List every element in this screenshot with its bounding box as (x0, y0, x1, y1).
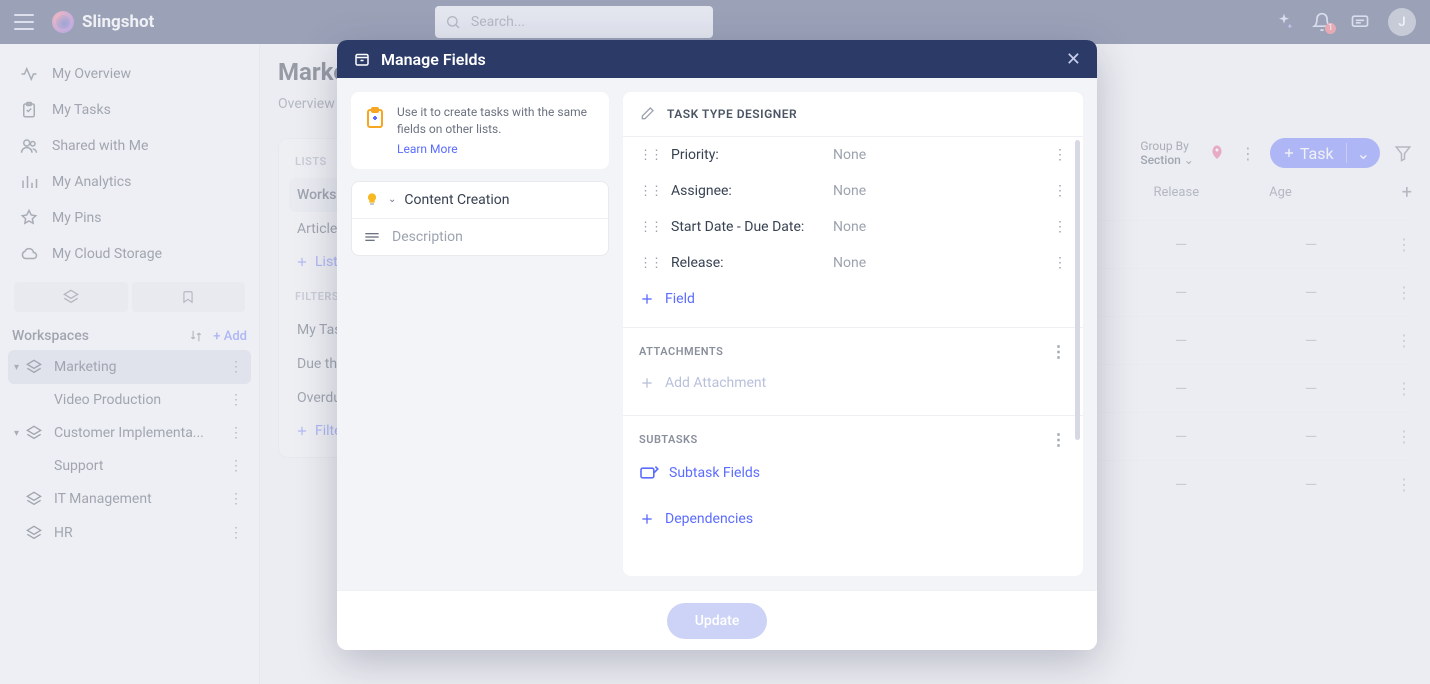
task-type-title-row[interactable]: ⌄ Content Creation (352, 182, 608, 219)
task-type-name: Content Creation (404, 192, 509, 208)
subtasks-menu[interactable]: ⋮ (1051, 430, 1068, 449)
info-card: Use it to create tasks with the same fie… (351, 92, 609, 169)
plus-icon (639, 375, 655, 391)
scrollbar[interactable] (1075, 140, 1080, 440)
description-input[interactable]: Description (352, 219, 608, 255)
plus-icon (639, 511, 655, 527)
field-menu[interactable]: ⋮ (1053, 183, 1067, 199)
field-menu[interactable]: ⋮ (1053, 147, 1067, 163)
plus-icon (639, 291, 655, 307)
add-field-button[interactable]: Field (623, 281, 1083, 317)
clipboard-icon (363, 104, 387, 132)
update-button[interactable]: Update (667, 603, 768, 639)
subtask-fields-button[interactable]: Subtask Fields (623, 455, 1083, 491)
field-priority[interactable]: ⋮⋮ Priority: None ⋮ (623, 137, 1083, 173)
add-attachment-button[interactable]: Add Attachment (623, 367, 1083, 405)
archive-icon (353, 50, 371, 68)
add-dependencies-button[interactable]: Dependencies (623, 501, 1083, 537)
field-dates[interactable]: ⋮⋮ Start Date - Due Date: None ⋮ (623, 209, 1083, 245)
learn-more-link[interactable]: Learn More (397, 142, 458, 156)
field-menu[interactable]: ⋮ (1053, 219, 1067, 235)
lines-icon (364, 231, 380, 243)
designer-heading: TASK TYPE DESIGNER (667, 107, 797, 121)
attachments-menu[interactable]: ⋮ (1051, 342, 1068, 361)
field-menu[interactable]: ⋮ (1053, 255, 1067, 271)
drag-handle-icon[interactable]: ⋮⋮ (639, 220, 661, 235)
subtasks-heading: SUBTASKS (639, 433, 698, 446)
subtask-icon (639, 465, 659, 481)
modal-title: Manage Fields (381, 50, 486, 69)
drag-handle-icon[interactable]: ⋮⋮ (639, 184, 661, 199)
attachments-heading: ATTACHMENTS (639, 345, 723, 358)
manage-fields-modal: Manage Fields ✕ Use it to create tasks w… (337, 40, 1097, 650)
pencil-icon (639, 106, 655, 122)
drag-handle-icon[interactable]: ⋮⋮ (639, 148, 661, 163)
lightbulb-icon (364, 192, 380, 208)
info-text: Use it to create tasks with the same fie… (397, 104, 597, 138)
field-release[interactable]: ⋮⋮ Release: None ⋮ (623, 245, 1083, 281)
drag-handle-icon[interactable]: ⋮⋮ (639, 256, 661, 271)
field-assignee[interactable]: ⋮⋮ Assignee: None ⋮ (623, 173, 1083, 209)
close-icon[interactable]: ✕ (1066, 49, 1081, 70)
chevron-down-icon: ⌄ (388, 194, 396, 205)
